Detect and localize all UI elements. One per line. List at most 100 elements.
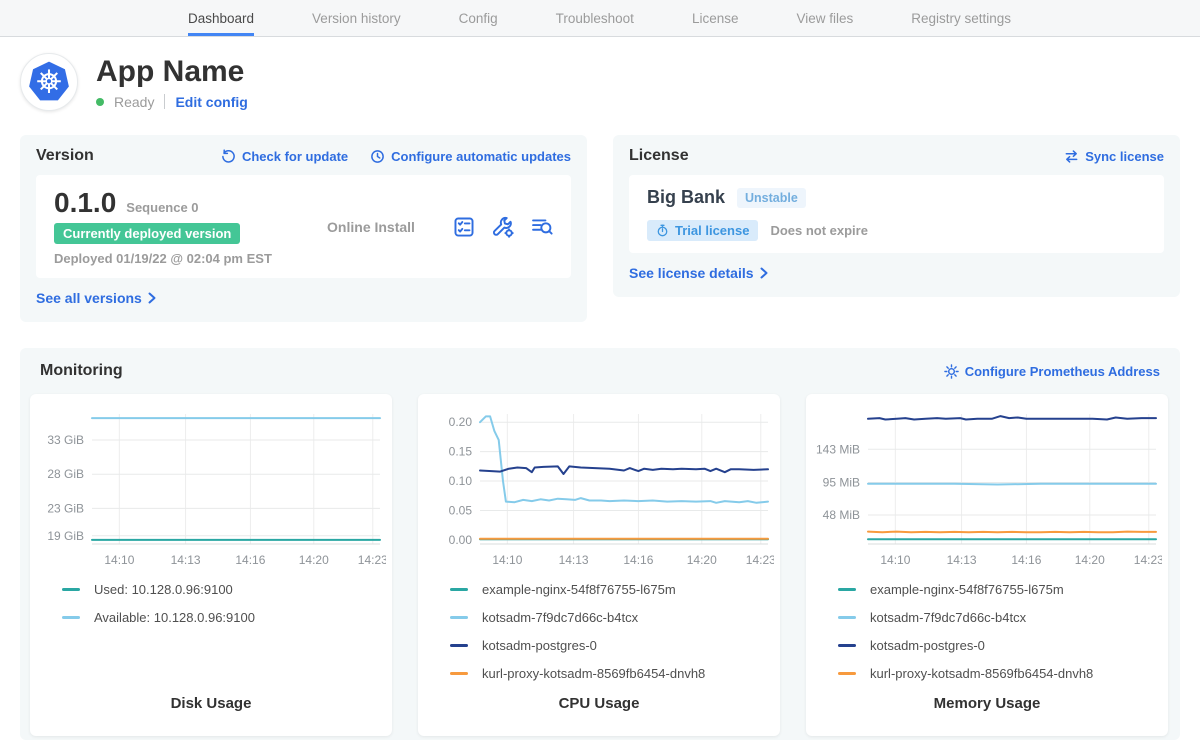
- chevron-right-icon: [148, 292, 156, 304]
- app-logo: [20, 53, 78, 111]
- cards-row: Version Check for update: [0, 135, 1200, 322]
- tab-registry-settings[interactable]: Registry settings: [911, 0, 1011, 36]
- legend-label: kotsadm-7f9dc7d66c-b4tcx: [870, 610, 1026, 625]
- legend-dash-icon: [450, 672, 468, 675]
- chart-card-disk-usage: 14:1014:1314:1614:2014:2319 GiB23 GiB28 …: [30, 394, 392, 736]
- edit-config-link[interactable]: Edit config: [175, 94, 247, 110]
- status-dot: [96, 98, 104, 106]
- legend-label: Available: 10.128.0.96:9100: [94, 610, 255, 625]
- chart-title: CPU Usage: [418, 695, 780, 712]
- svg-text:14:23: 14:23: [1134, 553, 1162, 567]
- legend-item: kotsadm-7f9dc7d66c-b4tcx: [450, 610, 780, 625]
- legend-label: Used: 10.128.0.96:9100: [94, 582, 233, 597]
- svg-text:14:10: 14:10: [492, 553, 522, 567]
- kots-dashboard-page: Dashboard Version history Config Troublesho…: [0, 0, 1200, 746]
- see-all-versions-link[interactable]: See all versions: [36, 290, 156, 306]
- version-card: Version Check for update: [20, 135, 587, 322]
- tab-license[interactable]: License: [692, 0, 739, 36]
- legend-item: kotsadm-postgres-0: [838, 638, 1168, 653]
- legend-dash-icon: [62, 616, 80, 619]
- chart-plot-disk-usage: 14:1014:1314:1614:2014:2319 GiB23 GiB28 …: [36, 404, 386, 572]
- legend-label: example-nginx-54f8f76755-l675m: [870, 582, 1064, 597]
- svg-text:14:10: 14:10: [880, 553, 910, 567]
- edit-config-wrench-icon[interactable]: [492, 216, 514, 238]
- chevron-right-icon: [760, 267, 768, 279]
- legend-label: kurl-proxy-kotsadm-8569fb6454-dnvh8: [482, 666, 705, 681]
- install-type-label: Online Install: [289, 219, 453, 235]
- kubernetes-icon: [27, 60, 71, 104]
- svg-text:14:16: 14:16: [1011, 553, 1041, 567]
- sequence-label: Sequence 0: [126, 200, 198, 215]
- legend-item: Available: 10.128.0.96:9100: [62, 610, 392, 625]
- svg-text:0.10: 0.10: [449, 474, 473, 488]
- legend-item: kotsadm-postgres-0: [450, 638, 780, 653]
- preflight-checks-icon[interactable]: [453, 216, 475, 238]
- configure-prometheus-link[interactable]: Configure Prometheus Address: [944, 364, 1160, 379]
- legend-dash-icon: [450, 588, 468, 591]
- license-expiry: Does not expire: [770, 223, 868, 238]
- chart-title: Disk Usage: [30, 695, 392, 712]
- svg-text:14:13: 14:13: [947, 553, 977, 567]
- top-nav: Dashboard Version history Config Troublesho…: [0, 0, 1200, 37]
- monitoring-section: Monitoring Configure Prometheus Address …: [20, 348, 1180, 740]
- svg-text:143 MiB: 143 MiB: [816, 442, 860, 456]
- svg-text:28 GiB: 28 GiB: [47, 467, 84, 481]
- monitoring-title: Monitoring: [40, 362, 123, 380]
- legend-item: example-nginx-54f8f76755-l675m: [450, 582, 780, 597]
- svg-text:0.20: 0.20: [449, 415, 473, 429]
- legend-dash-icon: [450, 616, 468, 619]
- gear-icon: [944, 364, 959, 379]
- app-header: App Name Ready Edit config: [0, 37, 1200, 117]
- license-box: Big Bank Unstable Trial license Does n: [629, 175, 1164, 253]
- channel-badge: Unstable: [737, 188, 806, 208]
- chart-legend: example-nginx-54f8f76755-l675m kotsadm-7f…: [450, 582, 780, 695]
- legend-label: example-nginx-54f8f76755-l675m: [482, 582, 676, 597]
- svg-text:23 GiB: 23 GiB: [47, 501, 84, 515]
- legend-dash-icon: [62, 588, 80, 591]
- svg-text:0.15: 0.15: [449, 445, 473, 459]
- chart-plot-cpu-usage: 14:1014:1314:1614:2014:230.000.050.100.1…: [424, 404, 774, 572]
- sync-license-button[interactable]: Sync license: [1064, 149, 1164, 164]
- svg-text:14:23: 14:23: [358, 553, 386, 567]
- configure-automatic-updates-button[interactable]: Configure automatic updates: [370, 149, 571, 164]
- svg-text:14:20: 14:20: [299, 553, 329, 567]
- current-version-box: 0.1.0 Sequence 0 Currently deployed vers…: [36, 175, 571, 278]
- tab-view-files[interactable]: View files: [796, 0, 853, 36]
- sync-icon: [1064, 149, 1079, 164]
- legend-dash-icon: [838, 616, 856, 619]
- customer-name: Big Bank: [647, 187, 725, 208]
- legend-label: kurl-proxy-kotsadm-8569fb6454-dnvh8: [870, 666, 1093, 681]
- legend-item: example-nginx-54f8f76755-l675m: [838, 582, 1168, 597]
- svg-text:14:23: 14:23: [746, 553, 774, 567]
- svg-text:14:13: 14:13: [171, 553, 201, 567]
- tab-dashboard[interactable]: Dashboard: [188, 0, 254, 36]
- legend-dash-icon: [838, 644, 856, 647]
- tab-troubleshoot[interactable]: Troubleshoot: [556, 0, 634, 36]
- svg-text:14:20: 14:20: [687, 553, 717, 567]
- check-for-update-button[interactable]: Check for update: [221, 149, 348, 164]
- legend-label: kotsadm-postgres-0: [870, 638, 985, 653]
- svg-text:0.00: 0.00: [449, 533, 473, 547]
- svg-text:33 GiB: 33 GiB: [47, 433, 84, 447]
- legend-item: kurl-proxy-kotsadm-8569fb6454-dnvh8: [838, 666, 1168, 681]
- deployed-timestamp: Deployed 01/19/22 @ 02:04 pm EST: [54, 251, 289, 266]
- svg-text:0.05: 0.05: [449, 503, 473, 517]
- svg-text:14:16: 14:16: [235, 553, 265, 567]
- divider: [164, 94, 165, 109]
- svg-text:14:16: 14:16: [623, 553, 653, 567]
- svg-text:95 MiB: 95 MiB: [823, 475, 860, 489]
- see-license-details-link[interactable]: See license details: [629, 265, 768, 281]
- tab-version-history[interactable]: Version history: [312, 0, 401, 36]
- legend-label: kotsadm-7f9dc7d66c-b4tcx: [482, 610, 638, 625]
- legend-label: kotsadm-postgres-0: [482, 638, 597, 653]
- charts-row: 14:1014:1314:1614:2014:2319 GiB23 GiB28 …: [30, 394, 1170, 736]
- chart-card-memory-usage: 14:1014:1314:1614:2014:2348 MiB95 MiB143…: [806, 394, 1168, 736]
- legend-item: kotsadm-7f9dc7d66c-b4tcx: [838, 610, 1168, 625]
- legend-dash-icon: [838, 672, 856, 675]
- chart-plot-memory-usage: 14:1014:1314:1614:2014:2348 MiB95 MiB143…: [812, 404, 1162, 572]
- view-logs-icon[interactable]: [531, 216, 553, 238]
- chart-legend: Used: 10.128.0.96:9100 Available: 10.128.…: [62, 582, 392, 695]
- stopwatch-icon: [656, 224, 669, 237]
- legend-dash-icon: [838, 588, 856, 591]
- tab-config[interactable]: Config: [459, 0, 498, 36]
